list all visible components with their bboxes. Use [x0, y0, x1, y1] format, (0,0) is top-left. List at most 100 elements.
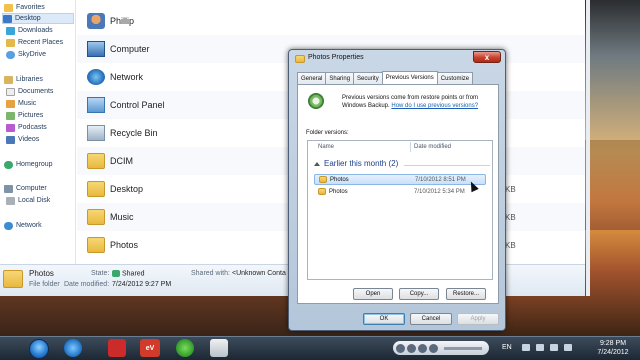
nav-item-skydrive[interactable]: SkyDrive	[6, 49, 46, 60]
item-label: DCIM	[110, 156, 133, 166]
nav-item-homegroup[interactable]: Homegroup	[4, 159, 53, 170]
size-unit: KB	[505, 212, 516, 222]
nav-item-pictures[interactable]: Pictures	[6, 110, 43, 121]
dialog-title: Photos Properties	[308, 54, 364, 61]
homegroup-icon	[4, 160, 13, 169]
details-date-modified-value: 7/24/2012 9:27 PM	[112, 281, 172, 288]
restore-button[interactable]: Restore...	[446, 288, 486, 300]
volume-tray-icon[interactable]	[564, 344, 572, 351]
version-row-2[interactable]: Photos 7/10/2012 5:34 PM	[314, 186, 486, 197]
tab-sharing[interactable]: Sharing	[325, 72, 355, 84]
network-tray-icon[interactable]	[550, 344, 558, 351]
column-header-name[interactable]: Name	[318, 141, 334, 153]
network-globe-icon	[87, 69, 105, 85]
desktop-icon	[3, 14, 12, 23]
item-label: Desktop	[110, 184, 144, 194]
nav-label: Libraries	[16, 76, 43, 83]
nav-item-downloads[interactable]: Downloads	[6, 25, 53, 36]
nav-label: Downloads	[18, 27, 53, 34]
tab-customize[interactable]: Customize	[436, 72, 474, 84]
cancel-button[interactable]: Cancel	[410, 313, 452, 325]
spotify-icon[interactable]	[176, 339, 194, 357]
nav-item-favorites[interactable]: Favorites	[4, 2, 45, 13]
version-date: 7/10/2012 8:51 PM	[415, 176, 466, 183]
folder-icon	[295, 55, 305, 63]
local-disk-icon	[6, 196, 15, 205]
next-icon[interactable]	[429, 343, 438, 353]
nav-item-network[interactable]: Network	[4, 220, 42, 231]
nav-item-local-disk[interactable]: Local Disk	[6, 195, 50, 206]
item-label: Phillip	[110, 16, 135, 26]
version-name: Photos	[329, 188, 348, 195]
volume-slider[interactable]	[444, 346, 482, 350]
close-button[interactable]: x	[473, 51, 501, 63]
nav-label: Local Disk	[18, 197, 51, 204]
close-icon: x	[484, 52, 490, 62]
folder-icon	[87, 153, 105, 169]
nav-label: Podcasts	[18, 124, 47, 131]
app-red-icon[interactable]	[108, 339, 126, 357]
ev-app-icon[interactable]: eV	[140, 339, 160, 357]
tab-previous-versions[interactable]: Previous Versions	[381, 71, 438, 84]
previous-icon[interactable]	[407, 343, 416, 353]
nav-label: Homegroup	[16, 161, 53, 168]
nav-item-podcasts[interactable]: Podcasts	[6, 122, 47, 133]
star-icon	[4, 3, 13, 12]
group-divider	[404, 165, 490, 166]
nav-item-libraries[interactable]: Libraries	[4, 74, 43, 85]
item-label: Computer	[110, 44, 150, 54]
button-label: Open	[365, 291, 381, 297]
nav-item-computer[interactable]: Computer	[4, 183, 47, 194]
pictures-icon	[6, 111, 15, 120]
column-header-date[interactable]: Date modified	[414, 141, 451, 153]
ok-button[interactable]: OK	[363, 313, 405, 325]
taskbar	[0, 336, 640, 360]
tray-icon[interactable]	[536, 344, 544, 351]
nav-item-videos[interactable]: Videos	[6, 134, 39, 145]
group-header[interactable]: Earlier this month (2)	[314, 159, 398, 168]
libraries-icon	[4, 75, 13, 84]
tab-security[interactable]: Security	[353, 72, 383, 84]
open-button[interactable]: Open	[353, 288, 393, 300]
nav-item-desktop[interactable]: Desktop	[2, 13, 74, 24]
nav-item-documents[interactable]: Documents	[6, 86, 53, 97]
nav-item-music[interactable]: Music	[6, 98, 36, 109]
details-type: File folder	[29, 281, 60, 288]
tab-general[interactable]: General	[297, 72, 327, 84]
item-label: Photos	[110, 240, 139, 250]
item-label: Music	[110, 212, 134, 222]
tab-label: Sharing	[329, 75, 351, 82]
folder-icon	[319, 176, 327, 183]
folder-icon	[87, 209, 105, 225]
internet-explorer-icon[interactable]	[64, 339, 82, 357]
column-separator	[410, 142, 411, 152]
language-indicator[interactable]: EN	[502, 344, 512, 351]
apply-button[interactable]: Apply	[457, 313, 499, 325]
button-label: Copy...	[409, 291, 429, 297]
versions-list: Name Date modified Earlier this month (2…	[307, 140, 493, 280]
button-label: Cancel	[421, 316, 441, 322]
copy-button[interactable]: Copy...	[399, 288, 439, 300]
nav-item-recent-places[interactable]: Recent Places	[6, 37, 63, 48]
skydrive-icon	[6, 50, 15, 59]
scrollbar[interactable]	[586, 0, 590, 296]
play-icon[interactable]	[418, 343, 427, 353]
version-row-1[interactable]: Photos 7/10/2012 8:51 PM	[314, 174, 486, 185]
list-item-phillip[interactable]: Phillip	[77, 7, 585, 35]
stop-icon[interactable]	[396, 343, 405, 353]
help-link[interactable]: How do I use previous versions?	[391, 103, 478, 109]
nav-label: SkyDrive	[18, 51, 47, 58]
size-unit: KB	[505, 184, 516, 194]
clock[interactable]: 9:28 PM 7/24/2012	[590, 339, 636, 357]
folder-icon	[3, 270, 23, 288]
network-icon	[4, 221, 13, 230]
button-label: Restore...	[452, 291, 479, 297]
media-player-toolbar[interactable]	[393, 341, 489, 355]
tray-icon[interactable]	[522, 344, 530, 351]
tab-bar: General Sharing Security Previous Versio…	[297, 71, 474, 84]
start-button[interactable]	[29, 339, 49, 359]
tab-label: Previous Versions	[385, 75, 434, 81]
pinned-app-icon[interactable]	[210, 339, 228, 357]
tab-label: Security	[357, 75, 379, 82]
item-label: Control Panel	[110, 100, 165, 110]
